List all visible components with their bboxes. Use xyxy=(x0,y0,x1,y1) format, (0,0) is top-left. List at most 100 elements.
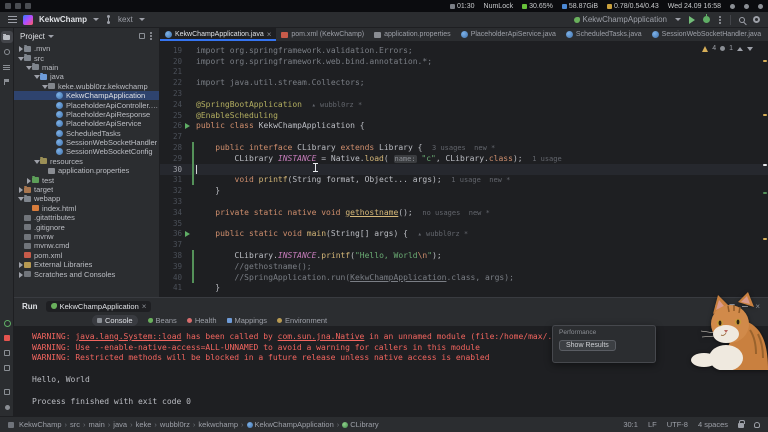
line-number[interactable]: 27 xyxy=(160,132,184,141)
bookmarks-toolwindow-button[interactable] xyxy=(1,76,13,88)
breadcrumb-item[interactable]: java xyxy=(113,420,127,429)
run-view-tab-console[interactable]: Console xyxy=(92,314,138,326)
volume-icon[interactable] xyxy=(744,3,749,9)
tree-chevron-icon[interactable] xyxy=(17,44,24,53)
power-icon[interactable] xyxy=(758,3,763,9)
more-actions-icon[interactable] xyxy=(719,18,721,21)
project-panel-title[interactable]: Project xyxy=(20,32,45,41)
line-number[interactable]: 40 xyxy=(160,273,184,282)
breadcrumb-item[interactable]: KekwChampApplication xyxy=(246,420,334,429)
project-toolwindow-button[interactable] xyxy=(0,31,13,43)
rerun-button[interactable] xyxy=(1,317,13,329)
launcher-icon[interactable] xyxy=(15,3,21,9)
collapse-all-icon[interactable] xyxy=(139,33,145,39)
run-config-chevron-icon[interactable] xyxy=(675,18,681,21)
show-results-button[interactable]: Show Results xyxy=(559,340,616,351)
tree-item[interactable]: test xyxy=(14,175,159,185)
code-line[interactable]: 37 xyxy=(160,239,768,250)
run-view-tab-environment[interactable]: Environment xyxy=(277,316,327,325)
tree-item[interactable]: main xyxy=(14,63,159,72)
line-number[interactable]: 22 xyxy=(160,78,184,87)
code-line[interactable]: 19 import org.springframework.validation.… xyxy=(160,45,768,56)
tree-chevron-icon[interactable] xyxy=(33,72,40,81)
code-line[interactable]: 40 //SpringApplication.run(KekwChampAppl… xyxy=(160,271,768,283)
run-tab[interactable]: KekwChampApplication × xyxy=(45,300,152,312)
tree-item[interactable]: webapp xyxy=(14,194,159,203)
code-line[interactable]: 27 xyxy=(160,131,768,142)
code-line[interactable]: 31 void printf(String format, Object... … xyxy=(160,174,768,186)
line-number[interactable]: 25 xyxy=(160,111,184,120)
tree-item[interactable]: src xyxy=(14,53,159,63)
code-line[interactable]: 35 xyxy=(160,218,768,229)
run-view-tab-mappings[interactable]: Mappings xyxy=(226,316,267,325)
code-line[interactable]: 33 xyxy=(160,196,768,207)
run-configuration[interactable]: KekwChampApplication xyxy=(573,15,667,24)
run-gutter-icon[interactable] xyxy=(185,231,190,238)
tree-chevron-icon[interactable] xyxy=(17,260,24,269)
tree-item[interactable]: SessionWebSocketHandler xyxy=(14,138,159,147)
stop-button[interactable] xyxy=(1,332,13,344)
panel-options-icon[interactable] xyxy=(150,35,152,37)
branch-chevron-icon[interactable] xyxy=(138,18,145,21)
terminal-toolwindow-button[interactable] xyxy=(1,386,13,398)
editor-tab[interactable]: PlaceholderApiService.java xyxy=(456,28,561,41)
code-line[interactable]: 29 CLibrary INSTANCE = Native.load( name… xyxy=(160,152,768,164)
line-number[interactable]: 34 xyxy=(160,208,184,217)
tree-item[interactable]: .gitignore xyxy=(14,222,159,232)
run-button[interactable] xyxy=(689,15,695,24)
breadcrumb-item[interactable]: keke xyxy=(136,420,152,429)
line-number[interactable]: 29 xyxy=(160,154,184,163)
code-line[interactable]: 36 public static void main(String[] args… xyxy=(160,229,768,240)
line-number[interactable]: 33 xyxy=(160,197,184,206)
line-number[interactable]: 38 xyxy=(160,251,184,260)
tree-chevron-icon[interactable] xyxy=(25,176,32,185)
editor-tab[interactable]: KekwChampApplication.java × xyxy=(160,28,277,41)
editor-tab[interactable]: SessionWebSocketHandler.java xyxy=(647,28,766,41)
tree-item[interactable]: PlaceholderApiResponse xyxy=(14,110,159,119)
readonly-lock-icon[interactable] xyxy=(738,420,745,428)
notifications-bell-icon[interactable] xyxy=(754,421,760,428)
tree-item[interactable]: KekwChampApplication xyxy=(14,90,159,101)
code-line[interactable]: 21 xyxy=(160,67,768,78)
line-number[interactable]: 24 xyxy=(160,100,184,109)
code-line[interactable]: 34 private static native void gethostnam… xyxy=(160,207,768,218)
tree-item[interactable]: mvnw.cmd xyxy=(14,241,159,250)
line-ending[interactable]: LF xyxy=(648,420,657,429)
code-line[interactable]: 22 import java.util.stream.Collectors; xyxy=(160,77,768,88)
editor-tab[interactable]: pom.xml (KekwChamp) xyxy=(276,28,369,41)
code-line[interactable]: 41 } xyxy=(160,283,768,294)
tree-chevron-icon[interactable] xyxy=(25,63,32,72)
code-line[interactable]: 38 CLibrary.INSTANCE.printf("Hello, Worl… xyxy=(160,250,768,261)
tree-item[interactable]: application.properties xyxy=(14,166,159,175)
next-problem-icon[interactable] xyxy=(747,46,753,51)
run-gutter-icon[interactable] xyxy=(185,123,190,130)
caret-position[interactable]: 30:1 xyxy=(623,420,638,429)
line-number[interactable]: 19 xyxy=(160,46,184,55)
indent-setting[interactable]: 4 spaces xyxy=(698,420,728,429)
line-number[interactable]: 23 xyxy=(160,89,184,98)
tree-item[interactable]: Scratches and Consoles xyxy=(14,269,159,279)
window-list-icon[interactable] xyxy=(25,3,31,9)
vcs-branch[interactable]: kext xyxy=(118,15,133,24)
tree-item[interactable]: SessionWebSocketConfig xyxy=(14,147,159,156)
tree-item[interactable]: keke.wubbl0rz.kekwchamp xyxy=(14,82,159,91)
main-menu-icon[interactable] xyxy=(8,16,17,23)
tree-item[interactable]: .gitattributes xyxy=(14,213,159,222)
line-number[interactable]: 32 xyxy=(160,186,184,195)
code-line[interactable]: 24 @SpringBootApplication ▴ wubbl0rz * xyxy=(160,99,768,110)
tree-item[interactable]: .mvn xyxy=(14,44,159,53)
code-line[interactable]: 25 @EnableScheduling xyxy=(160,110,768,121)
tree-item[interactable]: index.html xyxy=(14,204,159,213)
clear-console-button[interactable] xyxy=(1,362,13,374)
tree-item[interactable]: PlaceholderApiController.java xyxy=(14,100,159,110)
line-number[interactable]: 21 xyxy=(160,67,184,76)
run-view-tab-beans[interactable]: Beans xyxy=(147,316,177,325)
editor[interactable]: 4 1 19 import org.springframework.validat… xyxy=(160,42,768,297)
line-number[interactable]: 36 xyxy=(160,229,184,238)
tree-item[interactable]: PlaceholderApiService xyxy=(14,119,159,128)
tree-item[interactable]: mvnw xyxy=(14,232,159,241)
run-tab-close-icon[interactable]: × xyxy=(142,302,147,310)
tree-chevron-icon[interactable] xyxy=(41,82,48,91)
line-number[interactable]: 31 xyxy=(160,175,184,184)
tree-item[interactable]: resources xyxy=(14,157,159,166)
